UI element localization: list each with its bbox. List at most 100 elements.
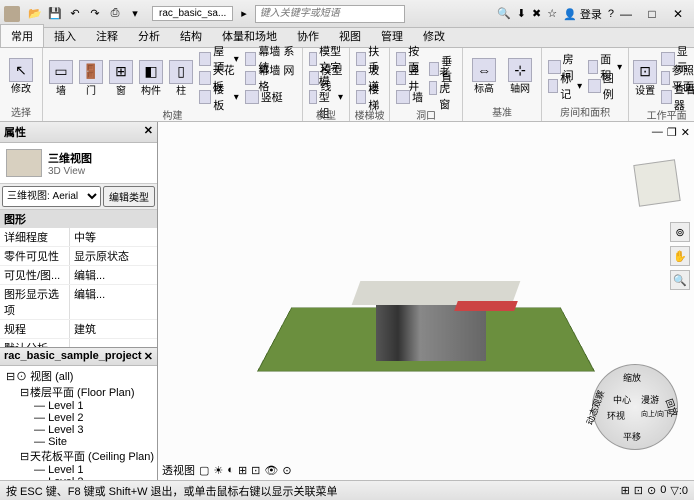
main-layout: 属性 ✕ 三维视图 3D View 三维视图: Aerial 编辑类型 图形 详…: [0, 122, 694, 480]
set-workplane-button[interactable]: ⊡设置: [633, 60, 657, 97]
hide-isolate-icon[interactable]: 👁: [264, 464, 278, 477]
sun-path-icon[interactable]: ☀: [213, 464, 223, 477]
steering-wheel-icon[interactable]: ⊚: [670, 222, 690, 242]
project-browser-panel: rac_basic_sample_project ✕ ⊟⊙ 视图 (all) ⊟…: [0, 348, 157, 480]
grid-button[interactable]: ⊹轴网: [503, 58, 537, 95]
crop-icon[interactable]: ⊡: [251, 464, 260, 477]
file-name-tab[interactable]: rac_basic_sa...: [152, 6, 233, 21]
wheel-look[interactable]: 漫游: [641, 393, 659, 406]
close-button[interactable]: ✕: [666, 5, 690, 23]
level-button[interactable]: ⇔标高: [467, 58, 501, 95]
render-icon[interactable]: ⊞: [238, 464, 247, 477]
tree-floor-plans[interactable]: ⊟楼层平面 (Floor Plan): [16, 384, 155, 400]
tab-insert[interactable]: 插入: [44, 25, 86, 47]
design-options-icon[interactable]: ⊡: [634, 484, 643, 497]
properties-title: 属性 ✕: [0, 122, 157, 143]
favorite-icon[interactable]: ☆: [547, 7, 557, 20]
prop-row[interactable]: 零件可见性显示原状态: [0, 247, 157, 266]
curtain-grid-button[interactable]: 幕墙 网格: [243, 69, 298, 87]
search-input[interactable]: [255, 5, 405, 23]
dormer-button[interactable]: 老虎窗: [427, 79, 458, 97]
infocenter-search-icon[interactable]: 🔍: [497, 7, 511, 20]
subscription-icon[interactable]: ⬇: [517, 7, 526, 20]
wall-button[interactable]: ▭墙: [47, 60, 75, 97]
wall-opening-button[interactable]: 墙: [394, 88, 425, 106]
prop-row[interactable]: 图形显示选项编辑...: [0, 285, 157, 320]
maximize-button[interactable]: □: [640, 5, 664, 23]
redo-icon[interactable]: ↷: [86, 5, 104, 23]
file-dropdown-icon[interactable]: ▸: [241, 7, 247, 20]
selection-count[interactable]: 0: [660, 484, 666, 497]
legend-button[interactable]: 图例: [586, 77, 624, 95]
view-tab-label[interactable]: 透视图: [162, 462, 195, 478]
viewer-button[interactable]: 查看器: [659, 88, 694, 106]
stair-button[interactable]: 楼梯: [354, 88, 385, 106]
mullion-button[interactable]: 竖梃: [243, 88, 298, 106]
instance-selector[interactable]: 三维视图: Aerial: [2, 186, 101, 207]
prop-row[interactable]: 可见性/图...编辑...: [0, 266, 157, 285]
shaft-button[interactable]: 竖井: [394, 69, 425, 87]
undo-icon[interactable]: ↶: [66, 5, 84, 23]
model-group-button[interactable]: 模型 组 ▾: [307, 88, 345, 106]
editable-only-icon[interactable]: ⊙: [647, 484, 656, 497]
browser-title: rac_basic_sample_project ✕: [0, 348, 157, 366]
wheel-pan[interactable]: 平移: [623, 430, 641, 443]
visual-style-icon[interactable]: ▢: [199, 464, 209, 477]
properties-close-icon[interactable]: ✕: [144, 124, 153, 140]
shadows-icon[interactable]: ◐: [227, 464, 234, 476]
save-icon[interactable]: 💾: [46, 5, 64, 23]
prop-category-graphics[interactable]: 图形: [0, 210, 157, 228]
zoom-icon[interactable]: 🔍: [670, 270, 690, 290]
properties-panel: 属性 ✕ 三维视图 3D View 三维视图: Aerial 编辑类型 图形 详…: [0, 122, 157, 348]
wheel-center[interactable]: 中心: [613, 393, 631, 406]
prop-row[interactable]: 详细程度中等: [0, 228, 157, 247]
tree-leaf[interactable]: — Level 2: [30, 412, 155, 424]
tree-leaf[interactable]: — Level 1: [30, 464, 155, 476]
wheel-walk[interactable]: 环视: [607, 409, 625, 422]
group-select: ↖修改 选择: [0, 48, 43, 121]
tab-analyze[interactable]: 分析: [128, 25, 170, 47]
app-icon[interactable]: [4, 6, 20, 22]
group-build-label: 构建: [47, 106, 298, 122]
modify-button[interactable]: ↖修改: [4, 58, 38, 95]
wheel-zoom[interactable]: 缩放: [623, 371, 641, 384]
viewport[interactable]: — ❐ ✕ ⊚ ✋ 🔍 缩放 动态观察 平移 回放 中心: [158, 122, 694, 480]
prop-row[interactable]: 默认分析显...: [0, 339, 157, 348]
tree-leaf[interactable]: — Level 2: [30, 476, 155, 480]
tag-button[interactable]: 标记 ▾: [546, 77, 584, 95]
door-button[interactable]: 🚪门: [77, 60, 105, 97]
tree-leaf[interactable]: — Level 3: [30, 424, 155, 436]
window-button[interactable]: ⊞窗: [107, 60, 135, 97]
qat-dropdown-icon[interactable]: ▾: [126, 5, 144, 23]
filter-icon[interactable]: ▽:0: [670, 484, 688, 497]
wheel-updown[interactable]: 向上/向下: [641, 409, 671, 419]
tab-structure[interactable]: 结构: [170, 25, 212, 47]
print-icon[interactable]: ⎙: [106, 5, 124, 23]
quick-access-toolbar: 📂 💾 ↶ ↷ ⎙ ▾: [26, 5, 144, 23]
tree-root[interactable]: ⊟⊙ 视图 (all): [2, 368, 155, 384]
minimize-button[interactable]: —: [614, 5, 638, 23]
prop-row[interactable]: 规程建筑: [0, 320, 157, 339]
browser-close-icon[interactable]: ✕: [144, 350, 153, 363]
steering-wheel[interactable]: 缩放 动态观察 平移 回放 中心 漫游 向上/向下 环视: [592, 364, 678, 450]
properties-type-header[interactable]: 三维视图 3D View: [0, 143, 157, 184]
viewcube[interactable]: [633, 159, 680, 206]
edit-type-button[interactable]: 编辑类型: [103, 186, 155, 207]
tree-ceiling-plans[interactable]: ⊟天花板平面 (Ceiling Plan): [16, 448, 155, 464]
tab-annotate[interactable]: 注释: [86, 25, 128, 47]
group-datum-label: 基准: [467, 103, 537, 119]
floor-button[interactable]: 楼板 ▾: [197, 88, 241, 106]
open-icon[interactable]: 📂: [26, 5, 44, 23]
tree-leaf[interactable]: — Level 1: [30, 400, 155, 412]
reveal-icon[interactable]: ⊙: [282, 464, 291, 477]
pan-icon[interactable]: ✋: [670, 246, 690, 266]
column-button[interactable]: ▯柱: [167, 60, 195, 97]
project-browser-tree[interactable]: ⊟⊙ 视图 (all) ⊟楼层平面 (Floor Plan) — Level 1…: [0, 366, 157, 480]
workset-icon[interactable]: ⊞: [621, 484, 630, 497]
tree-leaf[interactable]: — Site: [30, 436, 155, 448]
view-type-name: 三维视图: [48, 150, 92, 166]
login-button[interactable]: 👤 登录: [563, 6, 602, 22]
component-button[interactable]: ◧构件: [137, 60, 165, 97]
tab-home[interactable]: 常用: [0, 24, 44, 47]
exchange-icon[interactable]: ✖: [532, 7, 541, 20]
